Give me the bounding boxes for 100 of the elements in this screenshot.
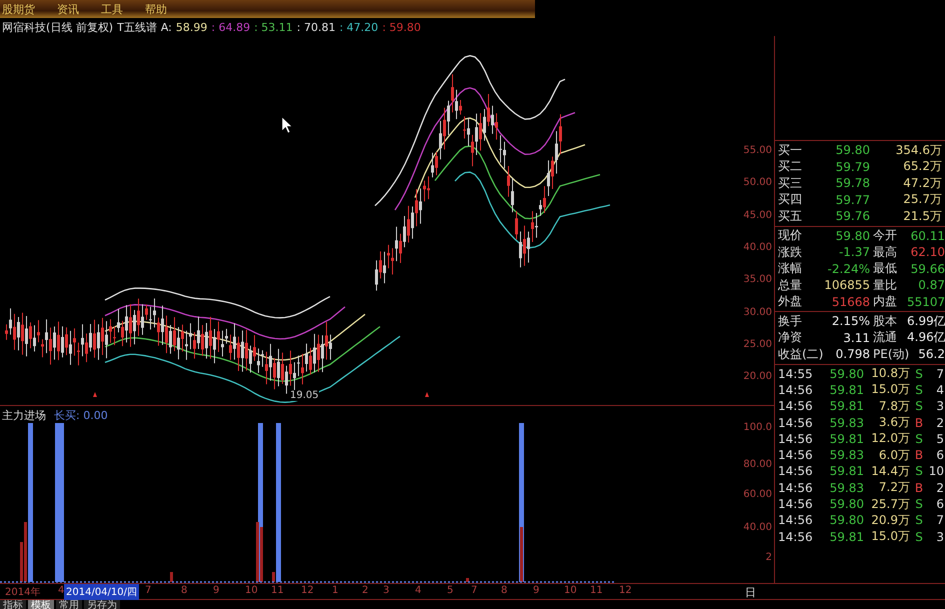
stat-value: 59.66 (910, 262, 945, 276)
trade-time: 14:56 (777, 464, 814, 478)
trade-count: 7 (935, 366, 944, 381)
trade-time: 14:56 (777, 513, 814, 528)
menu-item[interactable]: 资讯 (57, 2, 79, 16)
bottom-tab[interactable]: 常用 (56, 600, 82, 609)
menu-item[interactable]: 工具 (101, 2, 123, 16)
trade-price: 59.81 (828, 399, 864, 414)
date-axis-label: 11 (590, 585, 603, 596)
stat-value: 56.2 (917, 347, 945, 362)
date-axis-label: 9 (213, 585, 220, 596)
trade-price: 59.83 (828, 448, 864, 462)
bid-label: 买四 (777, 191, 803, 208)
bid-label: 买五 (777, 208, 803, 225)
date-axis-label: 2014年 (5, 586, 40, 599)
stat-label: 现价 (777, 227, 803, 244)
trade-count: 7 (935, 513, 944, 528)
stat-label: 内盘 (872, 293, 898, 310)
trade-price: 59.81 (828, 464, 864, 478)
date-axis-label: 8 (501, 585, 508, 596)
price-axis-label: 45.00 (743, 210, 772, 221)
stat-value: -1.37 (838, 245, 870, 260)
trade-count: 3 (935, 530, 944, 544)
trade-side: B (914, 448, 924, 462)
trade-price: 59.80 (828, 497, 864, 512)
stat-value: 55107 (907, 294, 945, 309)
trade-volume: 10.8万 (870, 365, 910, 382)
trade-volume: 14.4万 (870, 462, 910, 480)
date-axis-label: 5 (447, 585, 454, 596)
date-axis-label: 3 (383, 585, 390, 596)
trade-count: 6 (935, 448, 944, 462)
trade-volume: 25.7万 (870, 496, 910, 513)
trade-volume: 7.2万 (878, 479, 910, 496)
stat-value: 60.11 (910, 228, 945, 243)
indicator-axis-label: 40.00 (743, 522, 772, 533)
trade-time: 14:56 (777, 497, 814, 512)
trade-count: 4 (935, 382, 944, 397)
stat-label: 总量 (777, 276, 803, 294)
stat-value: 0.798 (834, 347, 870, 362)
bid-volume: 47.2万 (902, 174, 942, 192)
stat-label: 今开 (872, 227, 898, 244)
date-axis-label: 10 (564, 585, 577, 596)
bottom-tab[interactable]: 另存为 (84, 600, 120, 609)
menu-item[interactable]: 帮助 (145, 2, 167, 16)
stat-label: 收益(二) (777, 346, 822, 363)
trade-volume: 20.9万 (870, 512, 910, 529)
trade-time: 14:56 (777, 382, 814, 397)
stat-label: 流通 (872, 329, 898, 346)
trade-side: B (914, 480, 924, 495)
price-axis-label: 40.00 (743, 242, 772, 253)
price-axis-label: 35.00 (743, 274, 772, 285)
indicator-value: 58.99 (176, 20, 208, 34)
stat-label: 涨跌 (777, 244, 803, 261)
trade-price: 59.80 (828, 366, 864, 381)
stat-label: 最高 (872, 244, 898, 261)
bid-label: 买二 (777, 158, 803, 176)
price-axis-label: 25.00 (743, 339, 772, 350)
indicator-reading: 长买: 0.00 (54, 408, 108, 423)
bid-label: 买三 (777, 174, 803, 192)
bid-price: 59.77 (834, 192, 870, 207)
bid-price: 59.80 (834, 143, 870, 158)
stat-value: 62.10 (910, 245, 945, 260)
bid-label: 买一 (777, 142, 803, 159)
indicator-axis-label: 2 (766, 552, 772, 563)
trade-side: B (914, 416, 924, 430)
trade-side: S (914, 530, 924, 544)
trade-side: S (914, 464, 924, 478)
indicator-value: : 53.11 (254, 20, 293, 34)
stat-label: 股本 (872, 312, 898, 330)
low-price-label: 19.05 (290, 390, 319, 401)
price-axis-label: 30.00 (743, 307, 772, 318)
date-axis-label: 4 (58, 585, 64, 596)
trade-side: S (914, 399, 924, 414)
date-axis-label: 10 (245, 585, 258, 596)
price-axis-label: 20.00 (743, 371, 772, 382)
trade-count: 2 (935, 416, 944, 430)
bottom-tab[interactable]: 模板 (28, 600, 54, 609)
date-axis-label: 12 (619, 585, 632, 596)
bid-price: 59.76 (834, 209, 870, 224)
trade-volume: 12.0万 (870, 430, 910, 448)
indicator-value: : 59.80 (382, 20, 421, 34)
trade-side: S (914, 497, 924, 512)
date-axis-label: 7 (471, 585, 478, 596)
indicator-axis-label: 60.00 (743, 489, 772, 500)
indicator-axis-label: 100.0 (743, 422, 772, 433)
bid-price: 59.78 (834, 176, 870, 190)
cursor-date-label: 2014/04/10/四 (64, 584, 140, 600)
stat-value: 59.80 (834, 228, 870, 243)
stat-label: 换手 (777, 312, 803, 330)
trade-count: 3 (935, 399, 944, 414)
stat-label: 最低 (872, 260, 898, 278)
date-axis-label: 8 (181, 585, 188, 596)
period-label[interactable]: 日 (745, 585, 756, 600)
stat-label: 涨幅 (777, 260, 803, 278)
trade-volume: 15.0万 (870, 381, 910, 398)
stat-value: 106855 (823, 278, 870, 292)
menu-item[interactable]: 股期货 (2, 2, 35, 16)
trade-price: 59.83 (828, 416, 864, 430)
indicator-prefix: A: (160, 20, 172, 34)
trade-count: 10 (928, 464, 944, 478)
